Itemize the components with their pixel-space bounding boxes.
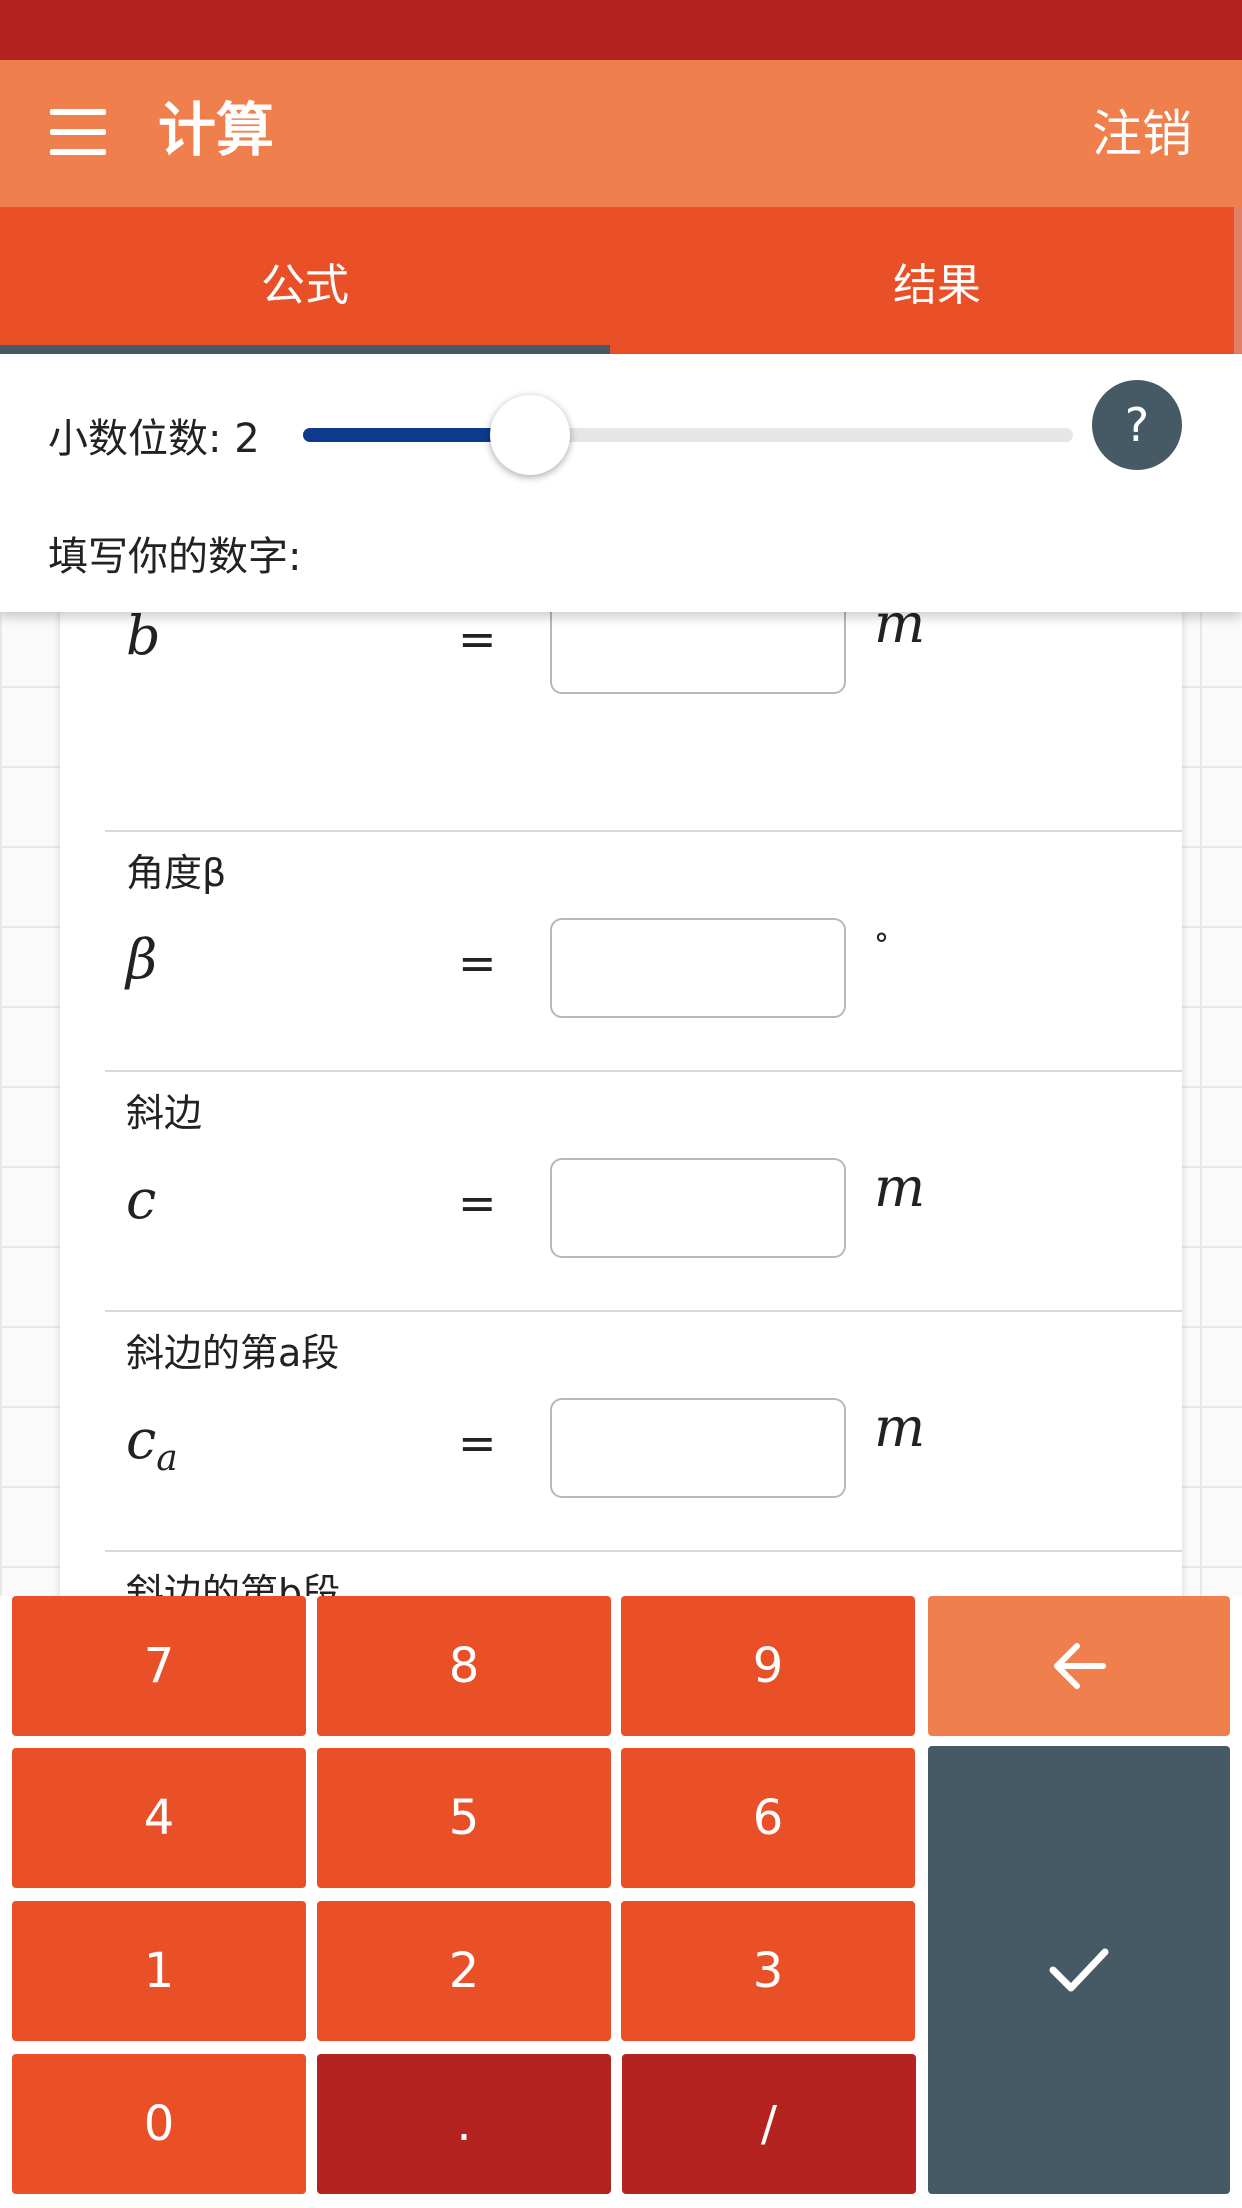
- checkmark-icon: [1049, 1948, 1109, 1992]
- decimal-places-slider[interactable]: [303, 395, 1073, 475]
- status-bar: [0, 0, 1242, 60]
- row-label: 斜边的第b段: [126, 1571, 341, 1596]
- equals-sign: =: [458, 1416, 497, 1470]
- numeric-keypad: 7 8 9 4 5 6 1 2 3 0 . /: [0, 1596, 1242, 2208]
- equals-sign: =: [458, 612, 497, 666]
- key-4[interactable]: 4: [12, 1748, 306, 1888]
- key-1[interactable]: 1: [12, 1901, 306, 2041]
- decimal-places-label: 小数位数: 2: [48, 416, 260, 462]
- variable-symbol: ca: [126, 1408, 178, 1479]
- beta-input[interactable]: [550, 918, 846, 1018]
- row-label: 斜边: [126, 1091, 203, 1135]
- b-input[interactable]: [550, 612, 846, 694]
- unit-label: m: [874, 1156, 926, 1219]
- key-9[interactable]: 9: [621, 1596, 915, 1736]
- input-row-cb: 斜边的第b段 cb = m: [60, 1552, 1182, 1596]
- input-row-ca: 斜边的第a段 ca = m: [60, 1312, 1182, 1552]
- slider-thumb[interactable]: [490, 395, 571, 475]
- input-row-c: 斜边 c = m: [60, 1072, 1182, 1312]
- c-input[interactable]: [550, 1158, 846, 1258]
- key-decimal-point[interactable]: .: [317, 2054, 611, 2194]
- logout-button[interactable]: 注销: [1092, 104, 1192, 164]
- key-slash[interactable]: /: [622, 2054, 916, 2194]
- menu-icon[interactable]: [50, 109, 106, 155]
- variable-symbol: b: [126, 612, 161, 667]
- confirm-button[interactable]: [928, 1746, 1230, 2194]
- input-row-b: b = m: [60, 612, 1182, 832]
- tab-formula[interactable]: 公式: [0, 207, 610, 354]
- backspace-button[interactable]: [928, 1596, 1230, 1736]
- row-label: 斜边的第a段: [126, 1331, 340, 1375]
- key-6[interactable]: 6: [621, 1748, 915, 1888]
- input-row-beta: 角度β β = °: [60, 832, 1182, 1072]
- tab-indicator: [0, 345, 610, 354]
- scroll-edge: [1234, 207, 1242, 354]
- tab-bar: 公式 结果: [0, 207, 1242, 354]
- key-3[interactable]: 3: [621, 1901, 915, 2041]
- tab-result[interactable]: 结果: [632, 207, 1242, 354]
- page-title: 计算: [158, 96, 275, 164]
- form-scroll-area[interactable]: b = m 角度β β = ° 斜边 c = m 斜边的第a段 ca = m 斜…: [0, 612, 1242, 1596]
- key-0[interactable]: 0: [12, 2054, 306, 2194]
- help-button[interactable]: ?: [1092, 380, 1182, 470]
- unit-label: m: [874, 1396, 926, 1459]
- key-2[interactable]: 2: [317, 1901, 611, 2041]
- arrow-left-icon: [1054, 1643, 1106, 1689]
- key-8[interactable]: 8: [317, 1596, 611, 1736]
- unit-label: m: [874, 612, 926, 655]
- settings-panel: 小数位数: 2 ? 填写你的数字:: [0, 354, 1242, 612]
- row-label: 角度β: [126, 851, 227, 895]
- fill-prompt: 填写你的数字:: [48, 534, 302, 580]
- key-5[interactable]: 5: [317, 1748, 611, 1888]
- unit-label: °: [874, 928, 889, 963]
- equals-sign: =: [458, 1176, 497, 1230]
- variable-symbol: β: [126, 928, 158, 991]
- input-card: b = m 角度β β = ° 斜边 c = m 斜边的第a段 ca = m 斜…: [60, 612, 1182, 1596]
- equals-sign: =: [458, 936, 497, 990]
- ca-input[interactable]: [550, 1398, 846, 1498]
- app-bar: 计算 注销: [0, 60, 1242, 207]
- key-7[interactable]: 7: [12, 1596, 306, 1736]
- variable-symbol: c: [126, 1168, 157, 1231]
